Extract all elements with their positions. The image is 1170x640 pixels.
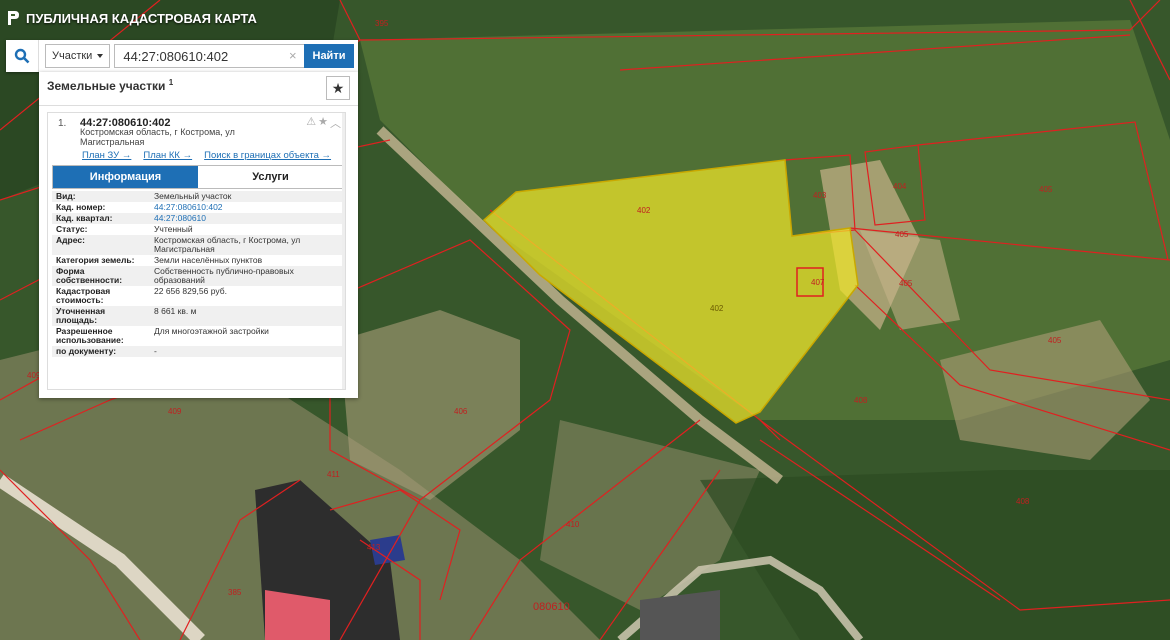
svg-text:402: 402 — [637, 206, 651, 215]
favorite-star-button[interactable]: ★ — [326, 76, 350, 100]
table-row: по документу: - — [52, 346, 342, 357]
svg-text:405: 405 — [1048, 336, 1062, 345]
record-links: План ЗУ → План КК → Поиск в границах объ… — [82, 150, 331, 161]
svg-text:385: 385 — [228, 588, 242, 597]
table-row: Форма собственности: Собственность публич… — [52, 266, 342, 286]
table-row: Уточненная площадь: 8 661 кв. м — [52, 306, 342, 326]
app-title: ПУБЛИЧНАЯ КАДАСТРОВАЯ КАРТА — [6, 10, 257, 26]
chevron-down-icon — [97, 54, 104, 58]
attr-value: Учтенный — [154, 224, 193, 234]
panel-header: Земельные участки 1 ★ — [39, 72, 358, 106]
object-type-select[interactable]: Участки — [45, 44, 111, 68]
svg-text:409: 409 — [168, 407, 182, 416]
record-index: 1. — [58, 118, 67, 129]
panel-scrollbar[interactable] — [342, 113, 345, 389]
search-input[interactable] — [114, 44, 313, 68]
table-row: Адрес: Костромская область, г Кострома, у… — [52, 235, 342, 255]
attr-value: Земельный участок — [150, 191, 342, 202]
svg-text:404: 404 — [893, 182, 907, 191]
svg-text:410: 410 — [566, 520, 580, 529]
plan-kk-link[interactable]: План КК → — [143, 150, 192, 161]
warning-icon[interactable]: ⚠ — [306, 115, 316, 131]
attr-value: Для многоэтажной застройки — [154, 326, 269, 336]
attr-key: по документу: — [52, 346, 150, 357]
object-type-label: Участки — [52, 50, 93, 62]
attr-value: 8 661 кв. м — [150, 306, 342, 326]
table-row: Кад. квартал: 44:27:080610 — [52, 213, 342, 224]
result-count: 1 — [168, 78, 174, 87]
table-row: Статус: Учтенный — [52, 224, 342, 235]
attributes-table: Вид: Земельный участок Кад. номер: 44:27:0… — [52, 191, 342, 357]
svg-text:413: 413 — [367, 543, 381, 552]
record-tabs: Информация Услуги — [52, 165, 344, 189]
attr-key: Статус: — [56, 224, 88, 234]
svg-text:407: 407 — [811, 278, 825, 287]
label-402: 402 — [710, 304, 724, 313]
attr-key: Кадастровая стоимость: — [56, 286, 111, 305]
find-button[interactable]: Найти — [304, 44, 354, 68]
tab-services[interactable]: Услуги — [198, 166, 343, 188]
panel-title: Земельные участки 1 — [47, 78, 173, 93]
attr-value: 22 656 829,56 руб. — [154, 286, 227, 296]
chevron-up-icon[interactable]: ︿ — [330, 115, 341, 131]
svg-text:405: 405 — [895, 230, 909, 239]
attr-value: - — [150, 346, 342, 357]
search-in-bounds-link[interactable]: Поиск в границах объекта → — [204, 150, 331, 161]
attr-value: Собственность публично-правовых образова… — [150, 266, 342, 286]
app-title-text: ПУБЛИЧНАЯ КАДАСТРОВАЯ КАРТА — [26, 10, 257, 26]
table-row: Вид: Земельный участок — [52, 191, 342, 202]
parcel-card: 1. 44:27:080610:402 Костромская область,… — [47, 112, 346, 390]
table-row: Разрешенное использование: Для многоэтажн… — [52, 326, 342, 346]
attr-key: Разрешенное использование: — [56, 326, 124, 345]
svg-text:406: 406 — [454, 407, 468, 416]
attr-key: Вид: — [52, 191, 150, 202]
attr-value: Земли населённых пунктов — [154, 255, 263, 265]
record-actions: ⚠ ★ ︿ — [306, 115, 341, 131]
clear-icon[interactable]: × — [289, 48, 297, 63]
attr-value-link[interactable]: 44:27:080610 — [150, 213, 342, 224]
search-icon[interactable] — [6, 40, 39, 72]
rosreestr-logo-icon — [8, 11, 19, 25]
attr-key: Кад. номер: — [56, 202, 106, 212]
panel-title-text: Земельные участки — [47, 79, 166, 93]
svg-text:408: 408 — [854, 396, 868, 405]
search-bar: Участки × Найти — [6, 40, 358, 72]
quarter-label: 080610 — [533, 601, 570, 613]
attr-key: Уточненная площадь: — [52, 306, 150, 326]
table-row: Кад. номер: 44:27:080610:402 — [52, 202, 342, 213]
svg-text:403: 403 — [813, 191, 827, 200]
star-icon[interactable]: ★ — [318, 115, 328, 131]
table-row: Категория земель: Земли населённых пункто… — [52, 255, 342, 266]
attr-key: Адрес: — [52, 235, 150, 255]
svg-text:411: 411 — [327, 470, 340, 479]
tab-information[interactable]: Информация — [53, 166, 198, 188]
svg-text:408: 408 — [1016, 497, 1030, 506]
results-panel: Земельные участки 1 ★ 1. 44:27:080610:40… — [39, 72, 358, 398]
svg-text:405: 405 — [899, 279, 913, 288]
attr-key: Форма собственности: — [52, 266, 150, 286]
attr-key: Кад. квартал: — [52, 213, 150, 224]
attr-value: Костромская область, г Кострома, ул Маги… — [150, 235, 342, 255]
table-row: Кадастровая стоимость: 22 656 829,56 руб. — [52, 286, 342, 306]
attr-key: Категория земель: — [56, 255, 135, 265]
svg-text:405: 405 — [1039, 185, 1053, 194]
record-address: Костромская область, г Кострома, ул Маги… — [80, 127, 235, 147]
plan-zu-link[interactable]: План ЗУ → — [82, 150, 131, 161]
attr-value-link[interactable]: 44:27:080610:402 — [150, 202, 342, 213]
svg-text:395: 395 — [375, 19, 389, 28]
